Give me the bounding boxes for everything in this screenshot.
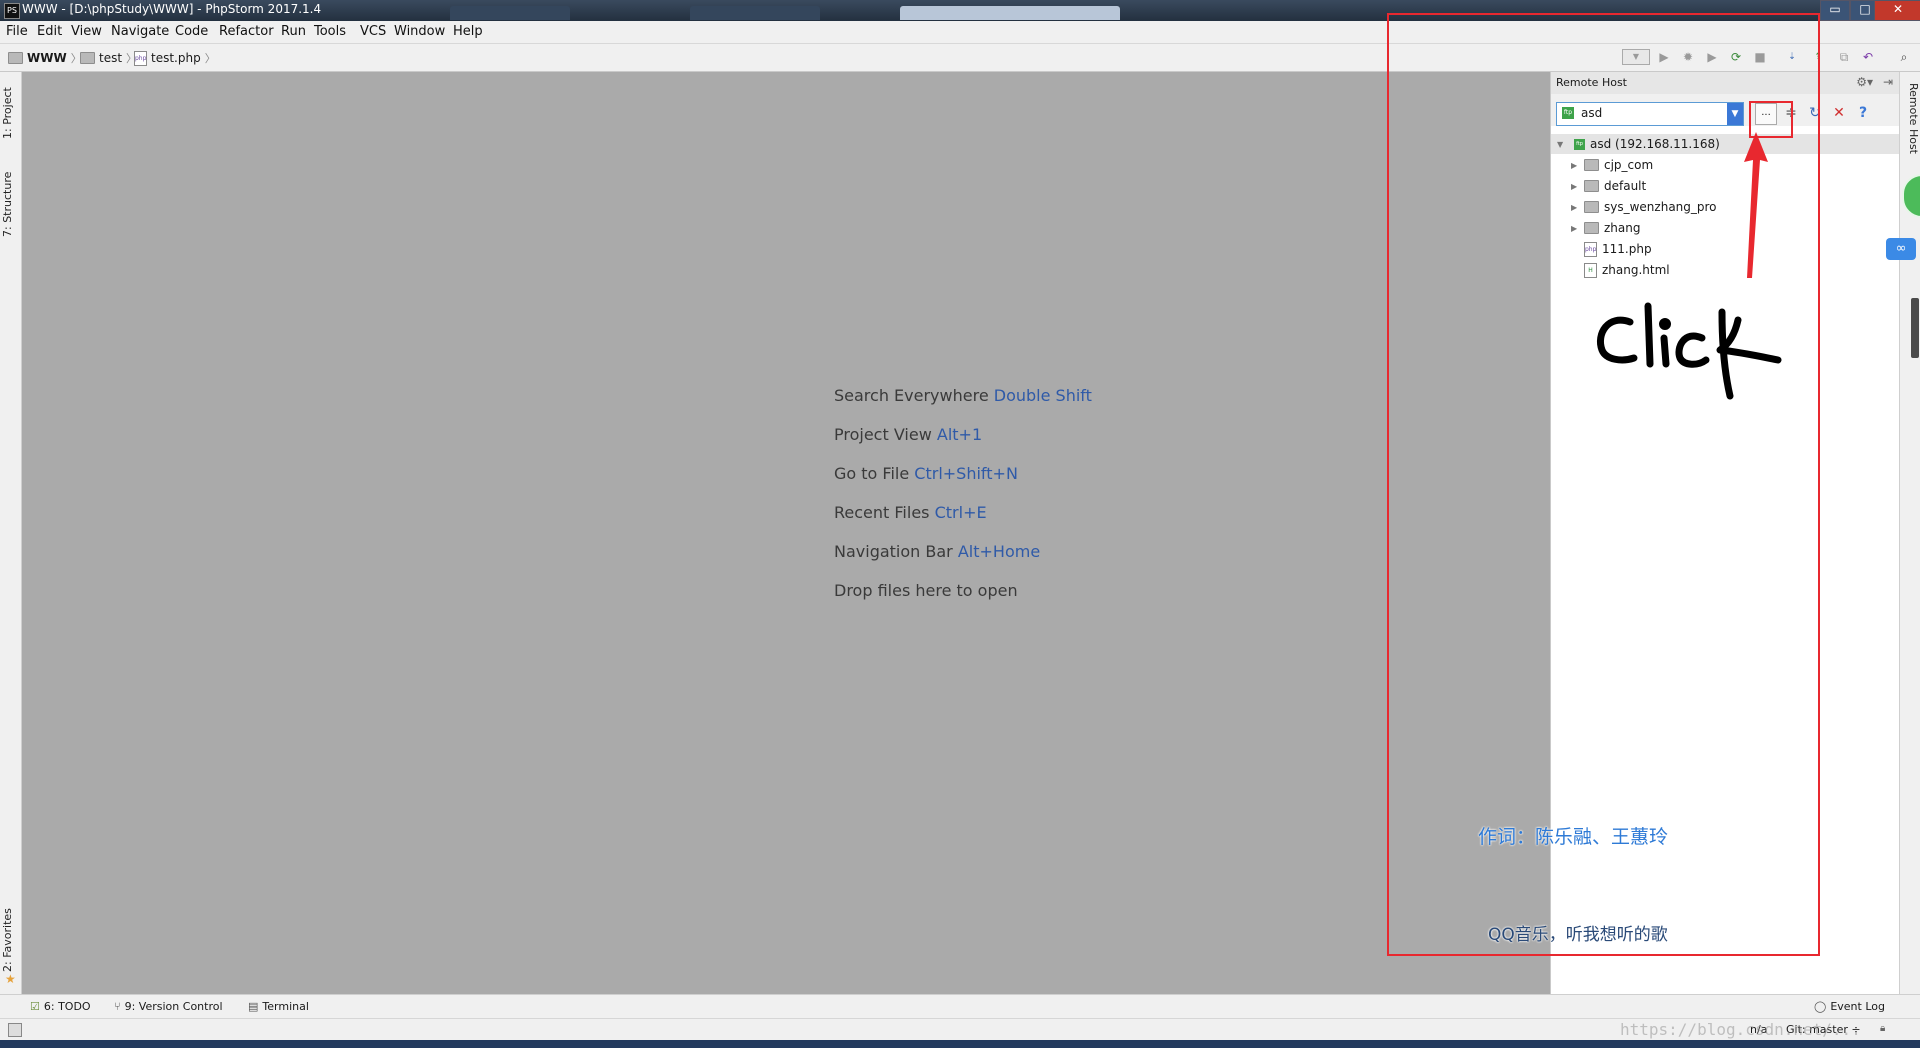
tab-event-log-label: Event Log bbox=[1830, 1000, 1885, 1013]
menu-code[interactable]: Code bbox=[175, 24, 208, 39]
left-tool-strip: 1: Project 7: Structure 2: Favorites ★ bbox=[0, 72, 22, 994]
hint-drop-files: Drop files here to open bbox=[834, 581, 1018, 600]
tab-project[interactable]: 1: Project bbox=[1, 78, 20, 148]
breadcrumb-file[interactable]: php test.php 〉 bbox=[134, 50, 216, 66]
menu-file[interactable]: File bbox=[6, 24, 28, 39]
tab-todo[interactable]: ☑ 6: TODO bbox=[30, 1000, 91, 1013]
hint-go-to-file: Go to File Ctrl+Shift+N bbox=[834, 464, 1018, 483]
php-file-icon: php bbox=[134, 50, 147, 66]
menu-refactor[interactable]: Refactor bbox=[219, 24, 274, 39]
menu-navigate[interactable]: Navigate bbox=[111, 24, 169, 39]
tab-version-control-label: 9: Version Control bbox=[124, 1000, 223, 1013]
blog-watermark: https://blog.csdn.net/... bbox=[1620, 1020, 1861, 1039]
hint-project-view: Project View Alt+1 bbox=[834, 425, 983, 444]
tab-terminal[interactable]: ▤ Terminal bbox=[248, 1000, 309, 1013]
star-icon: ★ bbox=[5, 972, 16, 986]
hint-search-everywhere: Search Everywhere Double Shift bbox=[834, 386, 1092, 405]
menu-window[interactable]: Window bbox=[394, 24, 445, 39]
gear-icon[interactable]: ⚙▾ bbox=[1856, 75, 1873, 89]
minimize-button[interactable]: ▭ bbox=[1820, 0, 1850, 21]
breadcrumb-folder[interactable]: test 〉 bbox=[80, 50, 137, 66]
os-taskbar bbox=[0, 1040, 1920, 1048]
branch-icon: ⑂ bbox=[114, 1000, 121, 1013]
event-log-icon: ◯ bbox=[1814, 1000, 1827, 1013]
tab-event-log[interactable]: ◯ Event Log bbox=[1814, 1000, 1885, 1013]
hide-panel-icon[interactable]: ⇥ bbox=[1883, 75, 1893, 89]
folder-icon bbox=[80, 52, 95, 64]
menu-vcs[interactable]: VCS bbox=[360, 24, 386, 39]
terminal-icon: ▤ bbox=[248, 1000, 259, 1013]
delete-icon[interactable]: ✕ bbox=[1831, 105, 1847, 121]
menu-run[interactable]: Run bbox=[281, 24, 306, 39]
tab-structure[interactable]: 7: Structure bbox=[1, 164, 20, 244]
share-icon[interactable]: ∞ bbox=[1886, 238, 1916, 260]
tab-favorites[interactable]: 2: Favorites bbox=[1, 900, 20, 980]
lyric-line-2: QQ音乐，听我想听的歌 bbox=[1488, 925, 1668, 945]
breadcrumb-root[interactable]: WWW 〉 bbox=[8, 50, 82, 66]
tab-todo-label: 6: TODO bbox=[43, 1000, 91, 1013]
tab-terminal-label: Terminal bbox=[262, 1000, 309, 1013]
scroll-handle[interactable] bbox=[1911, 298, 1919, 358]
tab-version-control[interactable]: ⑂ 9: Version Control bbox=[114, 1000, 223, 1013]
search-icon[interactable]: ⌕ bbox=[1896, 49, 1912, 65]
red-arrow-annotation bbox=[1744, 132, 1768, 278]
breadcrumb-file-label: test.php bbox=[151, 51, 201, 65]
phpstorm-app-icon: PS bbox=[4, 3, 20, 19]
menu-tools[interactable]: Tools bbox=[314, 24, 346, 39]
right-tool-strip: Remote Host ∞ bbox=[1886, 72, 1920, 994]
tab-remote-host[interactable]: Remote Host bbox=[1901, 78, 1920, 158]
breadcrumb-root-label: WWW bbox=[27, 51, 67, 65]
editor-area[interactable] bbox=[22, 72, 1550, 994]
menu-help[interactable]: Help bbox=[453, 24, 483, 39]
help-icon[interactable]: ? bbox=[1855, 105, 1871, 121]
revert-icon[interactable]: ↶ bbox=[1860, 49, 1876, 65]
vcs-compare-icon[interactable]: ⧉ bbox=[1836, 49, 1852, 65]
click-handwriting: click bbox=[1597, 302, 1782, 400]
floating-widget[interactable] bbox=[1902, 174, 1920, 218]
menu-view[interactable]: View bbox=[71, 24, 102, 39]
menu-edit[interactable]: Edit bbox=[37, 24, 62, 39]
bottom-tool-strip: ☑ 6: TODO ⑂ 9: Version Control ▤ Termina… bbox=[0, 994, 1920, 1019]
editor-empty-hints: Search Everywhere Double Shift Project V… bbox=[834, 386, 1092, 620]
breadcrumb-separator: 〉 bbox=[204, 52, 216, 65]
hint-navigation-bar: Navigation Bar Alt+Home bbox=[834, 542, 1041, 561]
breadcrumb-folder-label: test bbox=[99, 51, 123, 65]
lyric-line-1: 作词：陈乐融、王蕙玲 bbox=[1478, 826, 1669, 848]
toolwindow-toggle-icon[interactable] bbox=[8, 1023, 22, 1037]
close-window-button[interactable]: ✕ bbox=[1874, 0, 1920, 21]
lock-icon[interactable]: 🔒︎ bbox=[1880, 1023, 1885, 1034]
hint-recent-files: Recent Files Ctrl+E bbox=[834, 503, 987, 522]
background-window-strip bbox=[450, 2, 1170, 20]
todo-icon: ☑ bbox=[30, 1000, 40, 1013]
window-title: WWW - [D:\phpStudy\WWW] - PhpStorm 2017.… bbox=[22, 2, 322, 16]
folder-icon bbox=[8, 52, 23, 64]
